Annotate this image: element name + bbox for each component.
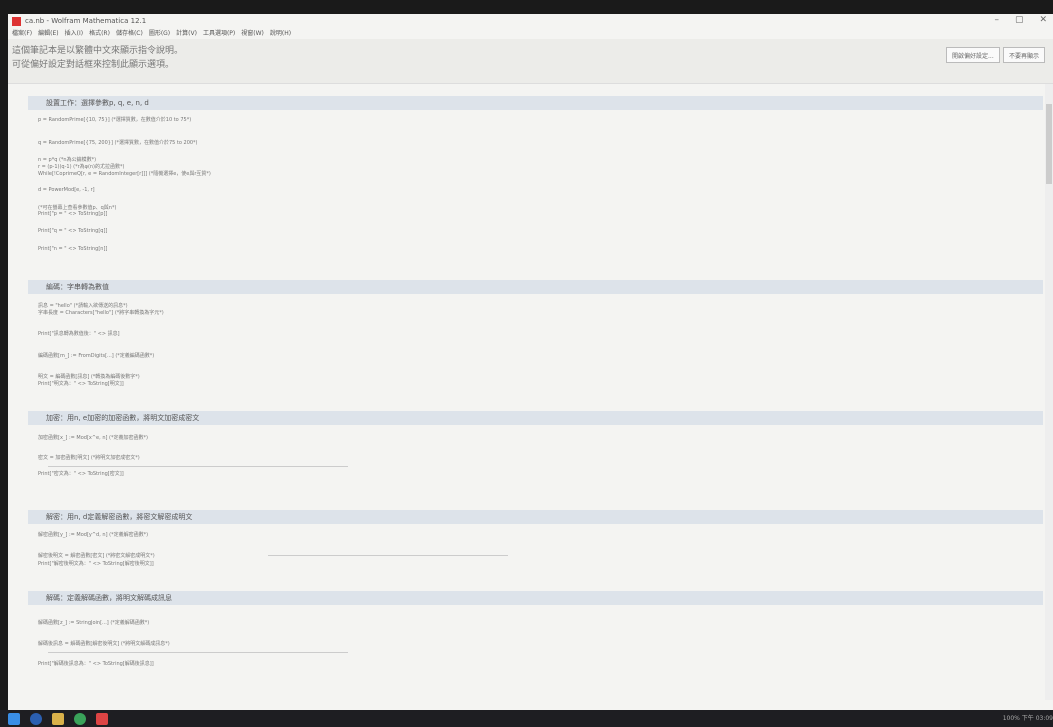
code-line[interactable]: Print["解碼後訊息為：" <> ToString[解碼後訊息]] xyxy=(38,660,154,667)
code-line[interactable]: 密文 = 加密函數[明文] (*將明文加密成密文*) xyxy=(38,454,140,461)
minimize-button[interactable]: – xyxy=(994,15,999,25)
code-line[interactable]: Print["密文為：" <> ToString[密文]] xyxy=(38,470,124,477)
menu-tools[interactable]: 工具選項(P) xyxy=(203,28,235,38)
code-line[interactable]: Print["明文為：" <> ToString[明文]] xyxy=(38,380,124,387)
menu-bar: 檔案(F) 編輯(E) 插入(I) 格式(R) 儲存格(C) 圖形(G) 計算(… xyxy=(12,28,291,38)
code-line[interactable]: 訊息 = "hello" (*請輸入欲傳送的訊息*) xyxy=(38,302,128,309)
code-line[interactable]: p = RandomPrime[{10, 75}] (*選擇質數，在數值介於10… xyxy=(38,116,191,123)
mathematica-icon xyxy=(12,16,21,26)
section-decode[interactable]: 解碼：定義解碼函數，將明文解碼成訊息 xyxy=(28,591,1043,605)
code-line[interactable]: 加密函數[x_] := Mod[x^e, n] (*定義加密函數*) xyxy=(38,434,148,441)
code-line[interactable]: While[!CoprimeQ[r, e = RandomInteger[r]]… xyxy=(38,170,211,177)
dont-show-again-button[interactable]: 不要再顯示 xyxy=(1003,47,1046,63)
language-banner: 這個筆記本是以繁體中文來顯示指令說明。 可從偏好設定對話框來控制此顯示選項。 開… xyxy=(8,39,1053,84)
code-line[interactable]: r = (p-1)(q-1) (*r為φ(n)的尤拉函數*) xyxy=(38,163,124,170)
menu-graphics[interactable]: 圖形(G) xyxy=(149,28,170,38)
code-line[interactable]: Print["解密後明文為：" <> ToString[解密後明文]] xyxy=(38,560,154,567)
file-explorer-icon[interactable] xyxy=(52,712,64,725)
vertical-scrollbar[interactable] xyxy=(1045,84,1053,700)
scroll-thumb[interactable] xyxy=(1046,104,1052,184)
taskbar: 100% 下午 03:09 xyxy=(0,710,1053,727)
code-line[interactable]: n = p*q (*n為公鑰模數*) xyxy=(38,156,96,163)
menu-evaluation[interactable]: 計算(V) xyxy=(176,28,197,38)
code-line[interactable]: 解碼函數[z_] := StringJoin[...] (*定義解碼函數*) xyxy=(38,619,149,626)
code-line[interactable]: 解碼後訊息 = 解碼函數[解密後明文] (*將明文解碼成訊息*) xyxy=(38,640,170,647)
section-encode[interactable]: 編碼：字串轉為數值 xyxy=(28,280,1043,294)
code-line[interactable]: 明文 = 編碼函數[訊息] (*轉換為編碼後數字*) xyxy=(38,373,140,380)
edge-icon[interactable] xyxy=(30,712,42,725)
system-tray: 100% 下午 03:09 xyxy=(1003,713,1053,722)
code-line[interactable]: Print["訊息轉為數值後：" <> 訊息] xyxy=(38,330,120,337)
close-button[interactable]: ✕ xyxy=(1039,15,1047,25)
menu-insert[interactable]: 插入(I) xyxy=(65,28,83,38)
menu-cell[interactable]: 儲存格(C) xyxy=(116,28,143,38)
code-line[interactable]: Print["n = " <> ToString[n]] xyxy=(38,246,107,252)
zoom-level: 100% xyxy=(1002,715,1020,722)
screen: ca.nb - Wolfram Mathematica 12.1 – ▢ ✕ 檔… xyxy=(8,14,1053,710)
maximize-button[interactable]: ▢ xyxy=(1015,15,1024,25)
divider-line xyxy=(268,555,508,556)
code-line[interactable]: 編碼函數[m_] := FromDigits[...] (*定義編碼函數*) xyxy=(38,352,154,359)
banner-line-2: 可從偏好設定對話框來控制此顯示選項。 xyxy=(12,60,175,70)
section-decrypt[interactable]: 解密：用n, d定義解密函數，將密文解密成明文 xyxy=(28,510,1043,524)
section-setup[interactable]: 設置工作：選擇參數p, q, e, n, d xyxy=(28,96,1043,110)
menu-edit[interactable]: 編輯(E) xyxy=(38,28,58,38)
code-line[interactable]: 字串長度 = Characters["hello"] (*將字串轉換為字元*) xyxy=(38,309,164,316)
menu-window[interactable]: 視窗(W) xyxy=(241,28,264,38)
code-line[interactable]: 解密後明文 = 解密函數[密文] (*將密文解密成明文*) xyxy=(38,552,155,559)
menu-file[interactable]: 檔案(F) xyxy=(12,28,32,38)
section-encrypt[interactable]: 加密：用n, e加密的加密函數，將明文加密成密文 xyxy=(28,411,1043,425)
menu-help[interactable]: 說明(H) xyxy=(270,28,291,38)
mathematica-taskbar-icon[interactable] xyxy=(96,712,108,725)
title-bar: ca.nb - Wolfram Mathematica 12.1 – ▢ ✕ xyxy=(8,14,1053,28)
window-title: ca.nb - Wolfram Mathematica 12.1 xyxy=(25,17,147,25)
clock: 下午 03:09 xyxy=(1021,715,1053,722)
banner-line-1: 這個筆記本是以繁體中文來顯示指令說明。 xyxy=(12,46,184,56)
code-line[interactable]: q = RandomPrime[{75, 200}] (*選擇質數，在數值介於7… xyxy=(38,139,198,146)
code-line[interactable]: d = PowerMod[e, -1, r] xyxy=(38,187,95,193)
menu-format[interactable]: 格式(R) xyxy=(89,28,110,38)
code-line[interactable]: 解密函數[y_] := Mod[y^d, n] (*定義解密函數*) xyxy=(38,531,148,538)
code-line[interactable]: Print["q = " <> ToString[q]] xyxy=(38,228,107,234)
divider-line xyxy=(48,652,348,653)
open-preferences-button[interactable]: 開啟偏好設定... xyxy=(946,47,1000,63)
notebook[interactable]: 設置工作：選擇參數p, q, e, n, d p = RandomPrime[{… xyxy=(8,84,1053,710)
code-line[interactable]: Print["p = " <> ToString[p]] xyxy=(38,211,107,217)
code-line[interactable]: (*可在螢幕上查看參數值p、q與n*) xyxy=(38,204,116,211)
start-icon[interactable] xyxy=(8,712,20,725)
chrome-icon[interactable] xyxy=(74,712,86,725)
divider-line xyxy=(48,466,348,467)
